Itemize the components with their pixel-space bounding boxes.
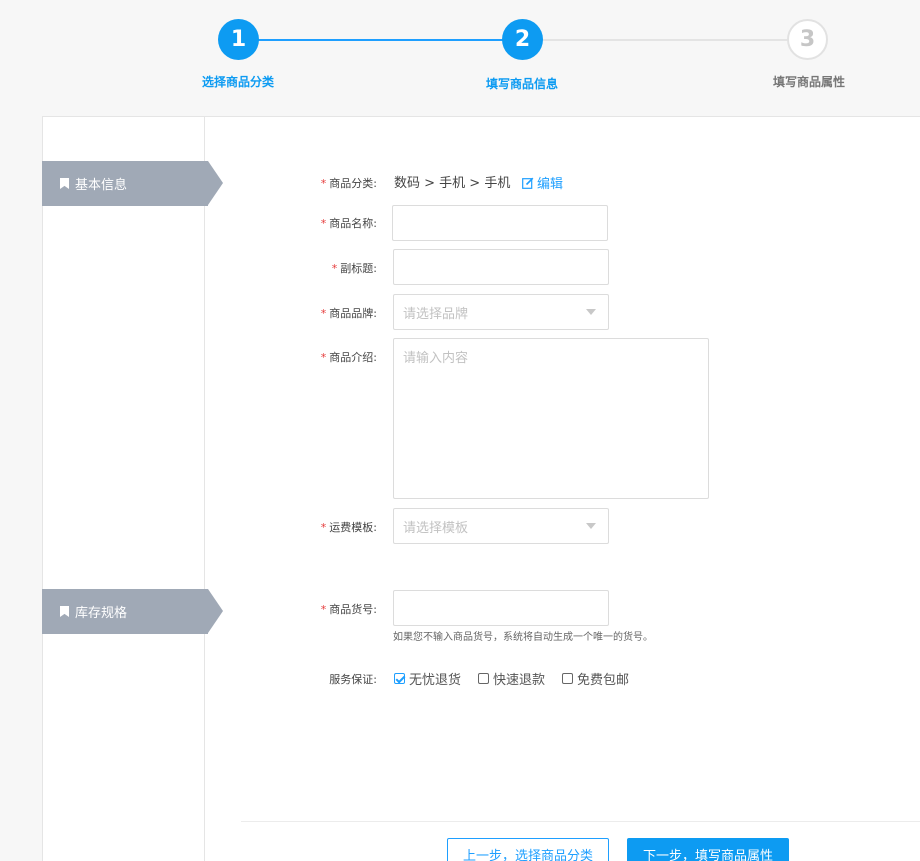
service-option-free-shipping[interactable]: 免费包邮 <box>562 669 629 688</box>
prev-step-button[interactable]: 上一步，选择商品分类 <box>447 838 609 861</box>
progress-steps: 1 选择商品分类 2 填写商品信息 3 填写商品属性 <box>0 0 920 116</box>
service-option-no-worry-return[interactable]: 无忧退货 <box>394 669 461 688</box>
category-label: * 商品分类: <box>320 177 377 190</box>
section-stock-label: 库存规格 <box>75 606 128 621</box>
bookmark-icon <box>60 606 69 617</box>
service-label: 服务保证: <box>329 673 377 686</box>
footer-divider <box>241 821 920 822</box>
service-option-fast-refund[interactable]: 快速退款 <box>478 669 545 688</box>
sku-label: * 商品货号: <box>320 603 377 616</box>
intro-textarea[interactable]: 请输入内容 <box>393 338 709 499</box>
edit-category-link[interactable]: 编辑 <box>522 173 563 192</box>
category-value: 数码 > 手机 > 手机 <box>394 176 511 191</box>
step-connector-1 <box>258 39 504 41</box>
step-1-circle: 1 <box>218 19 259 60</box>
step-connector-2 <box>542 39 790 41</box>
edit-label: 编辑 <box>537 177 564 192</box>
step-2-circle: 2 <box>502 19 543 60</box>
chevron-down-icon <box>586 523 596 529</box>
service-options: 无忧退货 快速退款 免费包邮 <box>394 669 646 688</box>
shipping-select[interactable]: 请选择模板 <box>393 508 609 544</box>
subtitle-input[interactable] <box>393 249 609 285</box>
name-input[interactable] <box>392 205 608 241</box>
step-1-label: 选择商品分类 <box>201 75 274 89</box>
edit-icon <box>522 177 534 189</box>
shipping-label: * 运费模板: <box>320 521 377 534</box>
brand-label: * 商品品牌: <box>320 307 377 320</box>
intro-label: * 商品介绍: <box>320 351 377 364</box>
name-label: * 商品名称: <box>320 217 377 230</box>
shipping-placeholder: 请选择模板 <box>403 520 469 536</box>
checkbox-icon[interactable] <box>562 673 574 684</box>
step-3-circle: 3 <box>787 19 828 60</box>
sku-hint: 如果您不输入商品货号，系统将自动生成一个唯一的货号。 <box>393 632 653 643</box>
intro-placeholder: 请输入内容 <box>403 351 469 366</box>
chevron-down-icon <box>586 309 596 315</box>
checkbox-icon[interactable] <box>478 673 490 684</box>
checkbox-checked-icon[interactable] <box>394 673 405 684</box>
brand-placeholder: 请选择品牌 <box>403 306 469 322</box>
section-column <box>43 117 205 861</box>
subtitle-label: * 副标题: <box>331 262 377 275</box>
bookmark-icon <box>60 178 69 189</box>
brand-select[interactable]: 请选择品牌 <box>393 294 609 330</box>
step-3-label: 填写商品属性 <box>772 75 845 89</box>
section-basic-label: 基本信息 <box>75 178 128 193</box>
sku-input[interactable] <box>393 590 609 626</box>
next-step-button[interactable]: 下一步，填写商品属性 <box>627 838 789 861</box>
product-form-card: 基本信息 库存规格 * 商品分类: 数码 > 手机 > 手机 编辑 * 商品名称: … <box>42 116 920 861</box>
step-2-label: 填写商品信息 <box>485 77 558 91</box>
